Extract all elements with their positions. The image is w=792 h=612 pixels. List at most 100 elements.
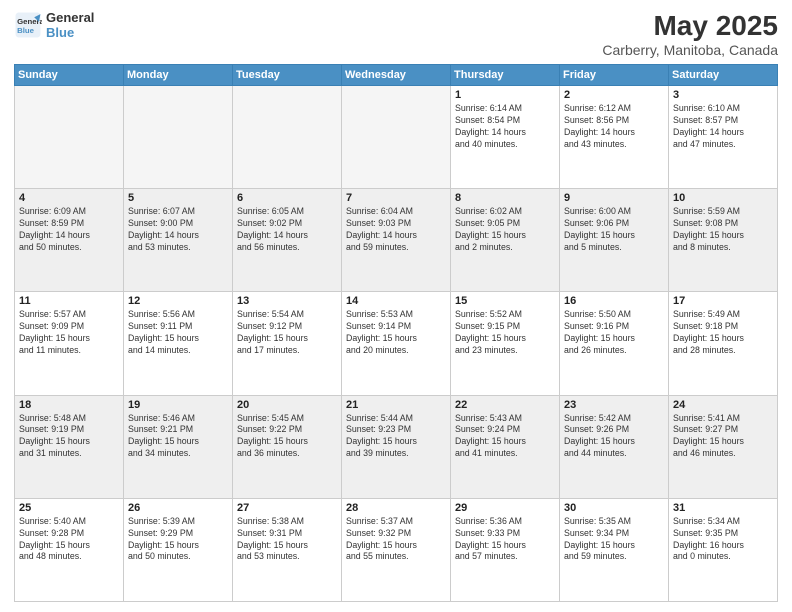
- day-number: 6: [237, 192, 337, 204]
- day-number: 7: [346, 192, 446, 204]
- calendar-day: 8Sunrise: 6:02 AM Sunset: 9:05 PM Daylig…: [451, 189, 560, 292]
- day-number: 29: [455, 502, 555, 514]
- day-number: 5: [128, 192, 228, 204]
- day-number: 15: [455, 295, 555, 307]
- calendar-day: 1 Sunrise: 6:14 AM Sunset: 8:54 PM Daylig…: [451, 86, 560, 189]
- calendar-day: 16Sunrise: 5:50 AM Sunset: 9:16 PM Dayli…: [560, 292, 669, 395]
- calendar-day: [15, 86, 124, 189]
- calendar-header-row: SundayMondayTuesdayWednesdayThursdayFrid…: [15, 65, 778, 86]
- calendar-day: 19 Sunrise: 5:46 AM Sunset: 9:21 PM Dayli…: [124, 395, 233, 498]
- day-number: 28: [346, 502, 446, 514]
- day-number: 23: [564, 399, 664, 411]
- day-info: Sunrise: 5:44 AM Sunset: 9:23 PM Dayligh…: [346, 413, 446, 461]
- calendar-day: 6 Sunrise: 6:05 AM Sunset: 9:02 PM Daylig…: [233, 189, 342, 292]
- calendar-day: [124, 86, 233, 189]
- day-number: 19: [128, 399, 228, 411]
- day-info: Sunrise: 5:34 AM Sunset: 9:35 PM Dayligh…: [673, 516, 773, 564]
- day-info: Sunrise: 5:37 AM Sunset: 9:32 PM Dayligh…: [346, 516, 446, 564]
- day-info: Sunrise: 6:05 AM Sunset: 9:02 PM Dayligh…: [237, 206, 337, 254]
- calendar-day: 31 Sunrise: 5:34 AM Sunset: 9:35 PM Dayli…: [669, 498, 778, 601]
- day-number: 11: [19, 295, 119, 307]
- day-info: Sunrise: 5:46 AM Sunset: 9:21 PM Dayligh…: [128, 413, 228, 461]
- calendar-day: 9Sunrise: 6:00 AM Sunset: 9:06 PM Daylig…: [560, 189, 669, 292]
- col-header-thursday: Thursday: [451, 65, 560, 86]
- col-header-sunday: Sunday: [15, 65, 124, 86]
- calendar-day: 14 Sunrise: 5:53 AM Sunset: 9:14 PM Dayli…: [342, 292, 451, 395]
- day-info: Sunrise: 5:57 AM Sunset: 9:09 PM Dayligh…: [19, 309, 119, 357]
- calendar-day: 23 Sunrise: 5:42 AM Sunset: 9:26 PM Dayli…: [560, 395, 669, 498]
- day-info: Sunrise: 5:48 AM Sunset: 9:19 PM Dayligh…: [19, 413, 119, 461]
- col-header-monday: Monday: [124, 65, 233, 86]
- logo-icon: General Blue: [14, 11, 42, 39]
- col-header-tuesday: Tuesday: [233, 65, 342, 86]
- day-info: Sunrise: 6:00 AM Sunset: 9:06 PM Dayligh…: [564, 206, 664, 254]
- day-number: 21: [346, 399, 446, 411]
- day-info: Sunrise: 5:56 AM Sunset: 9:11 PM Dayligh…: [128, 309, 228, 357]
- calendar-day: 27Sunrise: 5:38 AM Sunset: 9:31 PM Dayli…: [233, 498, 342, 601]
- calendar-day: 12 Sunrise: 5:56 AM Sunset: 9:11 PM Dayli…: [124, 292, 233, 395]
- sub-title: Carberry, Manitoba, Canada: [602, 42, 778, 58]
- day-number: 2: [564, 89, 664, 101]
- day-number: 18: [19, 399, 119, 411]
- calendar-day: 29 Sunrise: 5:36 AM Sunset: 9:33 PM Dayli…: [451, 498, 560, 601]
- day-info: Sunrise: 5:53 AM Sunset: 9:14 PM Dayligh…: [346, 309, 446, 357]
- day-number: 20: [237, 399, 337, 411]
- calendar-day: 13 Sunrise: 5:54 AM Sunset: 9:12 PM Dayli…: [233, 292, 342, 395]
- col-header-wednesday: Wednesday: [342, 65, 451, 86]
- day-info: Sunrise: 6:12 AM Sunset: 8:56 PM Dayligh…: [564, 103, 664, 151]
- calendar-day: [342, 86, 451, 189]
- calendar-day: 10 Sunrise: 5:59 AM Sunset: 9:08 PM Dayli…: [669, 189, 778, 292]
- day-info: Sunrise: 5:42 AM Sunset: 9:26 PM Dayligh…: [564, 413, 664, 461]
- day-info: Sunrise: 6:09 AM Sunset: 8:59 PM Dayligh…: [19, 206, 119, 254]
- title-block: May 2025 Carberry, Manitoba, Canada: [602, 10, 778, 58]
- calendar-day: 21 Sunrise: 5:44 AM Sunset: 9:23 PM Dayli…: [342, 395, 451, 498]
- calendar-week-5: 25Sunrise: 5:40 AM Sunset: 9:28 PM Dayli…: [15, 498, 778, 601]
- calendar-day: 5Sunrise: 6:07 AM Sunset: 9:00 PM Daylig…: [124, 189, 233, 292]
- day-info: Sunrise: 6:14 AM Sunset: 8:54 PM Dayligh…: [455, 103, 555, 151]
- day-info: Sunrise: 6:04 AM Sunset: 9:03 PM Dayligh…: [346, 206, 446, 254]
- day-number: 10: [673, 192, 773, 204]
- day-info: Sunrise: 5:45 AM Sunset: 9:22 PM Dayligh…: [237, 413, 337, 461]
- calendar-day: 4 Sunrise: 6:09 AM Sunset: 8:59 PM Daylig…: [15, 189, 124, 292]
- svg-text:Blue: Blue: [17, 26, 35, 35]
- logo-general: General: [46, 10, 94, 25]
- day-number: 31: [673, 502, 773, 514]
- day-number: 1: [455, 89, 555, 101]
- day-number: 17: [673, 295, 773, 307]
- calendar-day: 25Sunrise: 5:40 AM Sunset: 9:28 PM Dayli…: [15, 498, 124, 601]
- calendar-day: 7 Sunrise: 6:04 AM Sunset: 9:03 PM Daylig…: [342, 189, 451, 292]
- day-info: Sunrise: 5:54 AM Sunset: 9:12 PM Dayligh…: [237, 309, 337, 357]
- calendar-day: 2 Sunrise: 6:12 AM Sunset: 8:56 PM Daylig…: [560, 86, 669, 189]
- day-number: 14: [346, 295, 446, 307]
- calendar-day: 22 Sunrise: 5:43 AM Sunset: 9:24 PM Dayli…: [451, 395, 560, 498]
- calendar-day: 28 Sunrise: 5:37 AM Sunset: 9:32 PM Dayli…: [342, 498, 451, 601]
- day-info: Sunrise: 5:36 AM Sunset: 9:33 PM Dayligh…: [455, 516, 555, 564]
- calendar-day: 17 Sunrise: 5:49 AM Sunset: 9:18 PM Dayli…: [669, 292, 778, 395]
- day-info: Sunrise: 5:59 AM Sunset: 9:08 PM Dayligh…: [673, 206, 773, 254]
- day-info: Sunrise: 5:39 AM Sunset: 9:29 PM Dayligh…: [128, 516, 228, 564]
- calendar-table: SundayMondayTuesdayWednesdayThursdayFrid…: [14, 64, 778, 602]
- calendar-day: 20 Sunrise: 5:45 AM Sunset: 9:22 PM Dayli…: [233, 395, 342, 498]
- day-info: Sunrise: 5:35 AM Sunset: 9:34 PM Dayligh…: [564, 516, 664, 564]
- day-number: 8: [455, 192, 555, 204]
- calendar-week-3: 11 Sunrise: 5:57 AM Sunset: 9:09 PM Dayli…: [15, 292, 778, 395]
- day-number: 3: [673, 89, 773, 101]
- logo: General Blue General Blue: [14, 10, 94, 40]
- col-header-saturday: Saturday: [669, 65, 778, 86]
- day-number: 25: [19, 502, 119, 514]
- day-info: Sunrise: 5:52 AM Sunset: 9:15 PM Dayligh…: [455, 309, 555, 357]
- header: General Blue General Blue May 2025 Carbe…: [14, 10, 778, 58]
- day-number: 4: [19, 192, 119, 204]
- day-number: 26: [128, 502, 228, 514]
- day-info: Sunrise: 5:49 AM Sunset: 9:18 PM Dayligh…: [673, 309, 773, 357]
- day-info: Sunrise: 5:50 AM Sunset: 9:16 PM Dayligh…: [564, 309, 664, 357]
- calendar-day: 15 Sunrise: 5:52 AM Sunset: 9:15 PM Dayli…: [451, 292, 560, 395]
- day-number: 22: [455, 399, 555, 411]
- calendar-day: 26 Sunrise: 5:39 AM Sunset: 9:29 PM Dayli…: [124, 498, 233, 601]
- day-number: 12: [128, 295, 228, 307]
- day-info: Sunrise: 5:43 AM Sunset: 9:24 PM Dayligh…: [455, 413, 555, 461]
- calendar-day: 24Sunrise: 5:41 AM Sunset: 9:27 PM Dayli…: [669, 395, 778, 498]
- day-info: Sunrise: 5:41 AM Sunset: 9:27 PM Dayligh…: [673, 413, 773, 461]
- calendar-day: 18 Sunrise: 5:48 AM Sunset: 9:19 PM Dayli…: [15, 395, 124, 498]
- day-number: 13: [237, 295, 337, 307]
